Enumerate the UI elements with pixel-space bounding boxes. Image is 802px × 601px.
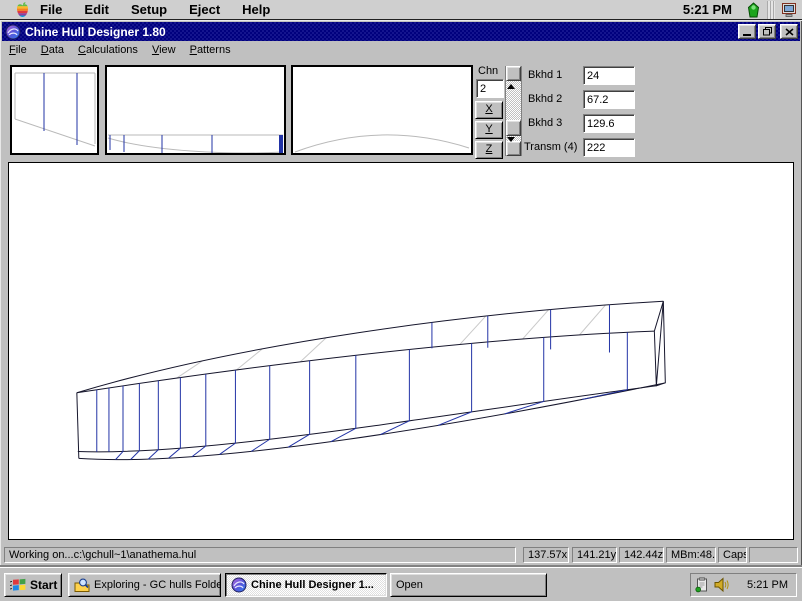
start-label: Start [30,578,57,592]
mac-clock: 5:21 PM [683,2,732,17]
app-switcher-icon[interactable] [781,2,798,18]
tray-clock: 5:21 PM [747,579,788,591]
transm-label: Transm (4) [524,141,577,153]
x-axis-button[interactable]: X [475,101,503,119]
menu-view[interactable]: View [145,42,183,58]
transm-field[interactable] [583,138,635,157]
toolbar: Chn X Y Z Bkhd 1 Bkhd 2 Bkhd 3 Transm (4… [0,58,802,162]
mac-menu-file[interactable]: File [29,2,73,17]
app-window: Chine Hull Designer 1.80 File Data [0,20,802,567]
minimize-icon [743,34,751,36]
scroll-thumb[interactable] [506,120,521,136]
bkhd3-label: Bkhd 3 [528,117,562,129]
status-y: 141.21y [572,547,617,563]
mac-menu-edit[interactable]: Edit [73,2,120,17]
profile-graphic [107,67,284,153]
menu-patterns[interactable]: Patterns [183,42,238,58]
app-menubar: File Data Calculations View Patterns [2,41,800,58]
task-open[interactable]: Open [390,573,547,597]
y-axis-button[interactable]: Y [475,121,503,139]
status-bar: Working on...c:\gchull~1\anathema.hul 13… [0,544,802,567]
tray-volume-icon[interactable] [714,577,731,593]
menubar-divider [767,1,775,19]
status-z: 142.44z [619,547,664,563]
task-label: Chine Hull Designer 1... [251,579,374,591]
preview-body-plan[interactable] [10,65,99,155]
bkhd3-field[interactable] [583,114,635,133]
bkhd2-field[interactable] [583,90,635,109]
explorer-icon [74,578,90,593]
minimize-button[interactable] [738,24,756,39]
down-arrow-icon [507,137,515,159]
scroll-down-button[interactable] [506,141,521,156]
restore-button[interactable] [758,24,776,39]
desktop: File Edit Setup Eject Help 5:21 PM [0,0,802,601]
task-chine-hull-designer[interactable]: Chine Hull Designer 1... [225,573,387,597]
mac-menu-help[interactable]: Help [231,2,281,17]
bkhd1-label: Bkhd 1 [528,69,562,81]
start-button[interactable]: Start [4,573,62,597]
z-axis-button[interactable]: Z [475,141,503,159]
tray-scheduler-icon[interactable] [695,577,710,593]
mac-menu-eject[interactable]: Eject [178,2,231,17]
start-icon [10,578,26,593]
status-memory: MBm:48.00 [666,547,716,563]
title-bar[interactable]: Chine Hull Designer 1.80 [2,22,800,41]
app-icon [5,24,21,40]
menu-data[interactable]: Data [34,42,71,58]
body-plan-graphic [12,67,97,153]
chn-input[interactable] [476,79,504,98]
bkhd2-label: Bkhd 2 [528,93,562,105]
window-title: Chine Hull Designer 1.80 [25,25,166,39]
preview-plan[interactable] [291,65,473,155]
system-tray: 5:21 PM [690,573,797,597]
taskbar: Start Exploring - GC hulls Folder Chine … [0,567,802,601]
hull-canvas[interactable] [8,162,794,540]
status-working: Working on...c:\gchull~1\anathema.hul [4,547,516,563]
restore-icon [763,27,772,36]
chn-scrollbar[interactable] [505,66,522,156]
task-label: Exploring - GC hulls Folder [94,579,221,591]
scroll-up-button[interactable] [506,66,521,81]
plan-graphic [293,67,471,153]
up-arrow-icon [507,67,515,89]
preview-profile[interactable] [105,65,286,155]
apple-logo [16,2,29,18]
app-icon [231,577,247,593]
status-x: 137.57x [523,547,569,563]
task-label: Open [396,579,423,591]
mac-menu-setup[interactable]: Setup [120,2,178,17]
hull-wireframe [9,163,793,539]
bkhd1-field[interactable] [583,66,635,85]
status-empty [749,547,798,563]
close-icon [785,28,794,36]
vpc-icon[interactable] [746,2,761,18]
apple-menu[interactable] [16,2,29,18]
menu-file[interactable]: File [2,42,34,58]
close-button[interactable] [780,24,798,39]
task-explorer[interactable]: Exploring - GC hulls Folder [68,573,221,597]
chn-label: Chn [478,65,498,77]
menu-calculations[interactable]: Calculations [71,42,145,58]
mac-menubar: File Edit Setup Eject Help 5:21 PM [0,0,802,20]
status-caps: Caps [718,547,747,563]
